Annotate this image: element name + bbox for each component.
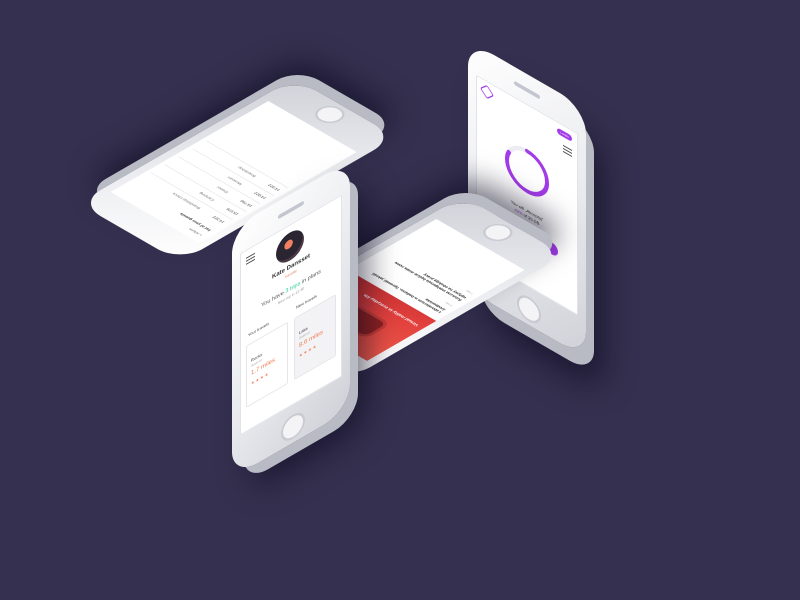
back-link[interactable]: « return [187, 228, 203, 237]
home-button[interactable] [477, 220, 519, 245]
news-meta-1: 5 min [443, 301, 454, 307]
row-time: 19:760 [238, 199, 254, 208]
menu-icon[interactable] [563, 144, 572, 159]
phone-timer: Lorem You will „Akceptuj” 42% of 25 GB N… [468, 40, 586, 359]
home-button[interactable] [517, 290, 541, 329]
row-text: Dinner [214, 185, 230, 194]
home-button[interactable] [309, 102, 351, 127]
row-time: 14:322 [210, 215, 226, 224]
menu-icon[interactable] [246, 252, 255, 267]
mockup-stage: Lorem You will „Akceptuj” 42% of 25 GB N… [0, 0, 800, 600]
row-time: 14:322 [266, 183, 282, 192]
speaker [278, 200, 304, 220]
row-time: 15:978 [224, 207, 240, 216]
news-meta-2: 7 min [464, 289, 475, 295]
profile-screen: Kate Dansset traveler You have 3 trips i… [240, 194, 342, 436]
speaker [514, 80, 540, 100]
news-item-2[interactable]: Sztuczna inteligencja będzie miała nowe … [381, 252, 467, 302]
home-button[interactable] [281, 407, 305, 446]
logo-icon [479, 84, 495, 100]
status-badge[interactable]: Lorem [557, 127, 572, 143]
row-time: 14:022 [252, 191, 268, 200]
